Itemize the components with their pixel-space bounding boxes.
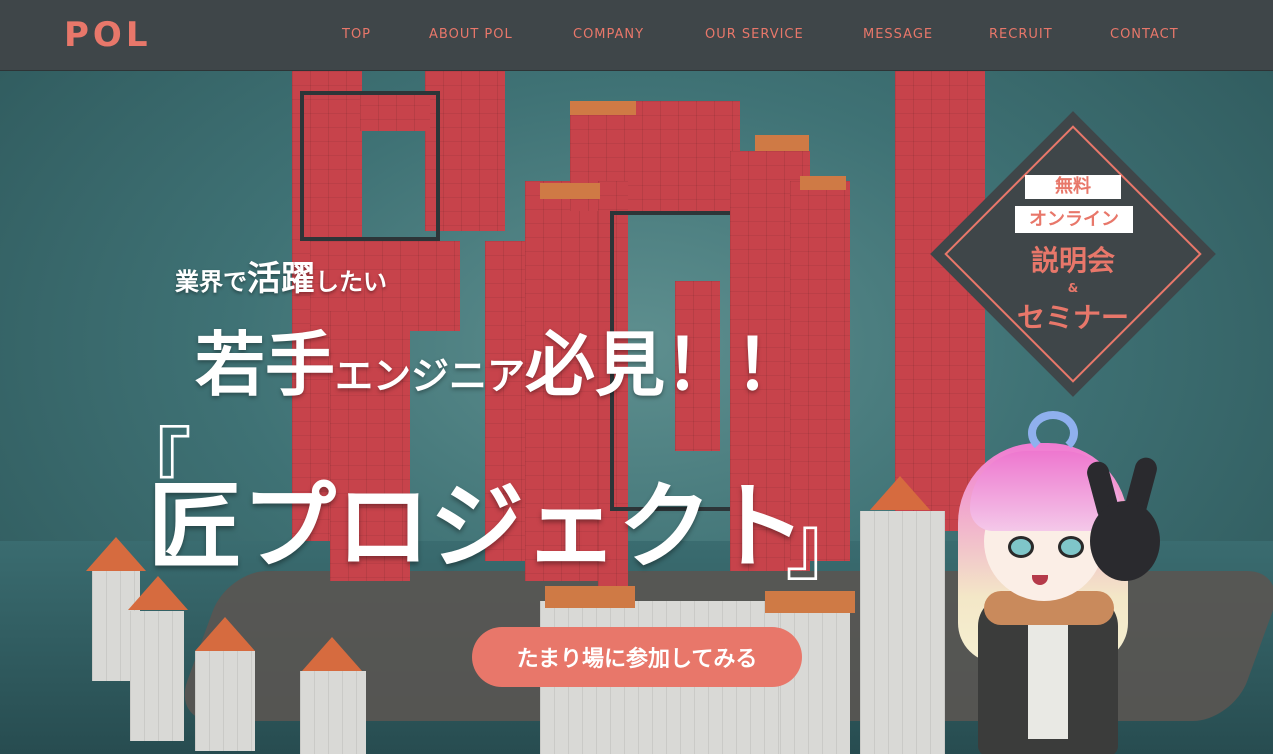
roof [755,135,809,151]
join-tamariba-button[interactable]: たまり場に参加してみる [472,627,802,687]
badge-free: 無料 [1025,175,1121,199]
character-eye [1008,536,1034,558]
tagline-part-3: したい [315,268,387,296]
headline-young: 若手 [195,324,335,406]
nav-recruit[interactable]: RECRUIT [989,27,1053,42]
nav-message[interactable]: MESSAGE [863,27,933,42]
roof [545,586,635,608]
badge-ampersand: & [1067,281,1079,295]
nav-company[interactable]: COMPANY [573,27,644,42]
white-tower [860,511,945,754]
mascot-character [940,391,1180,754]
badge-online: オンライン [1015,206,1133,233]
white-tower [195,651,255,751]
roof [765,591,855,613]
nav-our-service[interactable]: OUR SERVICE [705,27,804,42]
tagline-part-1: 業界で [175,268,247,296]
nav-contact[interactable]: CONTACT [1110,27,1179,42]
tower-roof [302,637,362,671]
hero-title: 匠プロジェクト [148,473,807,582]
main-nav: TOP ABOUT POL COMPANY OUR SERVICE MESSAG… [0,0,1273,71]
bunny-head [1090,501,1160,581]
roof [540,183,600,199]
character-shirt [1028,619,1068,739]
tower-roof [86,537,146,571]
badge-info-session: 説明会 [1030,244,1115,277]
character-eye [1058,536,1084,558]
seminar-badge[interactable]: 無料 オンライン 説明会 & セミナー [930,111,1216,397]
roof [570,101,636,115]
headline-must-see: 必見！！ [525,324,806,406]
headline-engineer: エンジニア [335,354,526,398]
white-tower [300,671,366,754]
white-tower [130,611,184,741]
hero-tagline: 業界で活躍したい [175,251,387,300]
badge-seminar: セミナー [1016,301,1129,334]
hero-headline: 若手エンジニア必見！！ [195,309,805,410]
steel-frame [300,91,440,241]
nav-about-pol[interactable]: ABOUT POL [429,27,513,42]
close-bracket: 』 [785,499,865,592]
tagline-part-2: 活躍 [247,259,315,299]
character-ahoge [1028,411,1078,455]
site-header: POL TOP ABOUT POL COMPANY OUR SERVICE ME… [0,0,1273,71]
tower-roof [870,476,930,510]
tower-roof [195,617,255,651]
hero-section: 業界で活躍したい 若手エンジニア必見！！ 『 匠プロジェクト 』 たまり場に参加… [0,71,1273,754]
roof [800,176,846,190]
nav-top[interactable]: TOP [342,27,371,42]
